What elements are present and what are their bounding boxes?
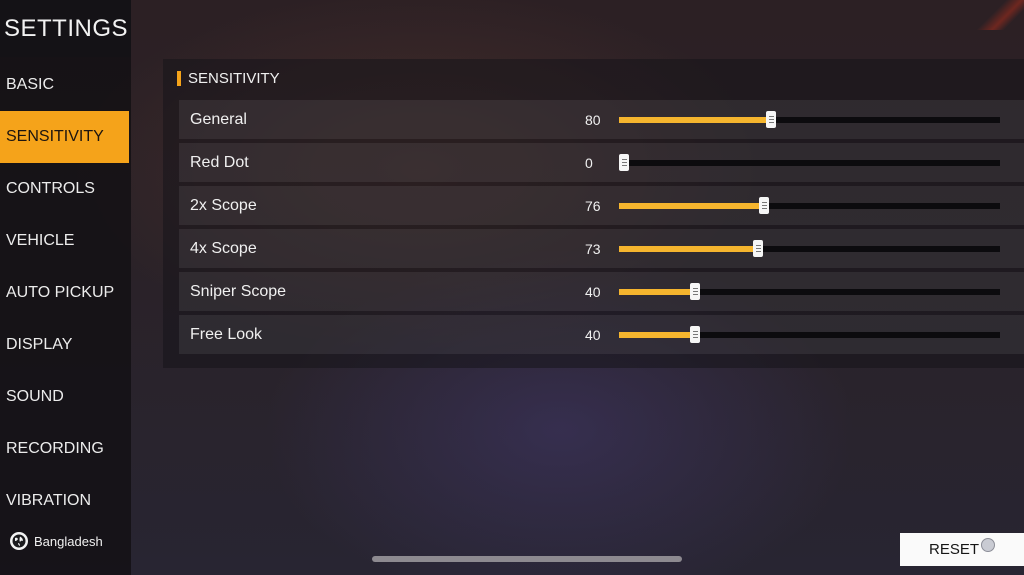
- slider-thumb[interactable]: [766, 110, 776, 128]
- sidebar-item-label: VEHICLE: [6, 232, 75, 249]
- sensitivity-value: 40: [585, 283, 601, 300]
- sensitivity-label: Sniper Scope: [190, 282, 287, 300]
- sensitivity-slider-2x-scope[interactable]: [619, 196, 1000, 214]
- sensitivity-panel: SENSITIVITY General 80 Red Dot 0 2x Scope 76 4…: [163, 59, 1024, 368]
- slider-fill: [619, 331, 695, 338]
- slider-fill: [619, 288, 695, 295]
- sensitivity-row-red-dot: Red Dot 0: [179, 143, 1024, 182]
- sensitivity-row-sniper-scope: Sniper Scope 40: [179, 272, 1024, 311]
- sidebar-item-label: AUTO PICKUP: [6, 284, 115, 301]
- sidebar-item-label: CONTROLS: [6, 180, 95, 197]
- settings-sidebar: SETTINGS BASIC SENSITIVITY CONTROLS VEHICLE…: [0, 0, 131, 575]
- sensitivity-slider-free-look[interactable]: [619, 325, 1000, 343]
- sidebar-item-label: VIBRATION: [6, 492, 92, 508]
- header-accent-bar: [177, 70, 181, 86]
- sidebar-item-label: DISPLAY: [6, 336, 73, 353]
- panel-title: SENSITIVITY: [188, 69, 280, 87]
- sensitivity-slider-sniper-scope[interactable]: [619, 282, 1000, 300]
- globe-icon: [10, 532, 28, 550]
- sensitivity-slider-general[interactable]: [619, 110, 1000, 128]
- sensitivity-label: 2x Scope: [190, 196, 257, 214]
- sidebar-item-label: SENSITIVITY: [6, 128, 104, 145]
- sensitivity-label: Free Look: [190, 325, 263, 343]
- panel-header: SENSITIVITY: [163, 59, 1024, 97]
- sensitivity-row-general: General 80: [179, 100, 1024, 139]
- region-selector[interactable]: Bangladesh: [0, 507, 131, 575]
- sidebar-item-basic[interactable]: BASIC: [0, 59, 131, 111]
- slider-thumb[interactable]: [753, 239, 763, 257]
- sensitivity-row-free-look: Free Look 40: [179, 315, 1024, 354]
- sensitivity-row-2x-scope: 2x Scope 76: [179, 186, 1024, 225]
- sidebar-item-label: BASIC: [6, 76, 55, 93]
- slider-fill: [619, 116, 771, 123]
- sensitivity-slider-4x-scope[interactable]: [619, 239, 1000, 257]
- slider-thumb[interactable]: [759, 196, 769, 214]
- slider-fill: [619, 202, 764, 209]
- home-indicator[interactable]: [372, 556, 682, 562]
- sidebar-item-controls[interactable]: CONTROLS: [0, 163, 131, 215]
- settings-nav: BASIC SENSITIVITY CONTROLS VEHICLE AUTO PICK…: [0, 59, 131, 508]
- sensitivity-label: General: [190, 110, 247, 128]
- sensitivity-label: Red Dot: [190, 153, 249, 171]
- sensitivity-row-4x-scope: 4x Scope 73: [179, 229, 1024, 268]
- sensitivity-label: 4x Scope: [190, 239, 257, 257]
- sensitivity-value: 80: [585, 111, 601, 128]
- sidebar-item-label: SOUND: [6, 388, 64, 405]
- sidebar-item-sensitivity[interactable]: SENSITIVITY: [0, 111, 129, 163]
- sensitivity-value: 76: [585, 197, 601, 214]
- slider-thumb[interactable]: [690, 325, 700, 343]
- settings-title: SETTINGS: [0, 0, 131, 57]
- slider-thumb[interactable]: [690, 282, 700, 300]
- sensitivity-value: 0: [585, 154, 593, 171]
- sidebar-item-recording[interactable]: RECORDING: [0, 423, 131, 475]
- region-label: Bangladesh: [34, 533, 103, 549]
- corner-decoration: [974, 0, 1024, 30]
- reset-label: RESET: [928, 541, 979, 558]
- sidebar-item-sound[interactable]: SOUND: [0, 371, 131, 423]
- reset-badge-icon: [981, 537, 995, 552]
- slider-thumb[interactable]: [619, 153, 629, 171]
- sidebar-item-vibration[interactable]: VIBRATION: [0, 475, 131, 508]
- sensitivity-value: 40: [585, 326, 601, 343]
- sidebar-item-vehicle[interactable]: VEHICLE: [0, 215, 131, 267]
- sidebar-item-label: RECORDING: [6, 440, 104, 457]
- sidebar-item-auto-pickup[interactable]: AUTO PICKUP: [0, 267, 131, 319]
- reset-button[interactable]: RESET: [900, 533, 1024, 566]
- sidebar-item-display[interactable]: DISPLAY: [0, 319, 131, 371]
- slider-fill: [619, 245, 758, 252]
- sensitivity-value: 73: [585, 240, 601, 257]
- sensitivity-slider-red-dot[interactable]: [619, 153, 1000, 171]
